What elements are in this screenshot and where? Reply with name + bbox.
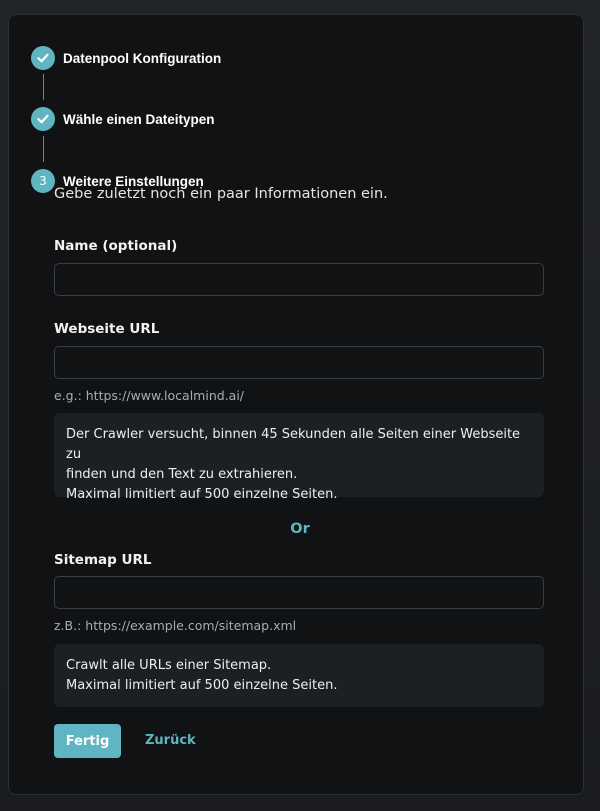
sitemap-url-hint: z.B.: https://example.com/sitemap.xml — [54, 618, 297, 633]
website-url-input[interactable] — [54, 346, 544, 379]
website-url-hint: e.g.: https://www.localmind.ai/ — [54, 388, 245, 403]
check-icon — [31, 107, 55, 131]
sitemap-info-line: Maximal limitiert auf 500 einzelne Seite… — [66, 678, 338, 693]
step-1-title: Datenpool Konfiguration — [63, 50, 222, 66]
finish-button[interactable]: Fertig — [54, 724, 121, 758]
step-2-title: Wähle einen Dateitypen — [63, 111, 215, 127]
sitemap-info-box: Crawlt alle URLs einer Sitemap. Maximal … — [54, 644, 544, 707]
step-connector — [43, 136, 44, 162]
back-button[interactable]: Zurück — [145, 724, 196, 758]
step-3-number: 3 — [31, 169, 55, 193]
sitemap-url-input[interactable] — [54, 576, 544, 609]
step-2: Wähle einen Dateitypen — [31, 107, 215, 131]
website-info-line: finden und den Text zu extrahieren. — [66, 467, 298, 482]
sitemap-info-line: Crawlt alle URLs einer Sitemap. — [66, 658, 272, 673]
name-label: Name (optional) — [54, 238, 178, 254]
or-separator: Or — [290, 521, 310, 537]
name-input[interactable] — [54, 263, 544, 296]
check-icon — [31, 46, 55, 70]
website-info-line: Maximal limitiert auf 500 einzelne Seite… — [66, 487, 338, 502]
website-url-label: Webseite URL — [54, 321, 160, 337]
sitemap-url-label: Sitemap URL — [54, 552, 152, 568]
website-info-box: Der Crawler versucht, binnen 45 Sekunden… — [54, 413, 544, 502]
step-1: Datenpool Konfiguration — [31, 46, 221, 70]
step-description: Gebe zuletzt noch ein paar Informationen… — [54, 186, 388, 202]
website-info-line: Der Crawler versucht, binnen 45 Sekunden… — [66, 427, 521, 462]
step-connector — [43, 74, 44, 100]
